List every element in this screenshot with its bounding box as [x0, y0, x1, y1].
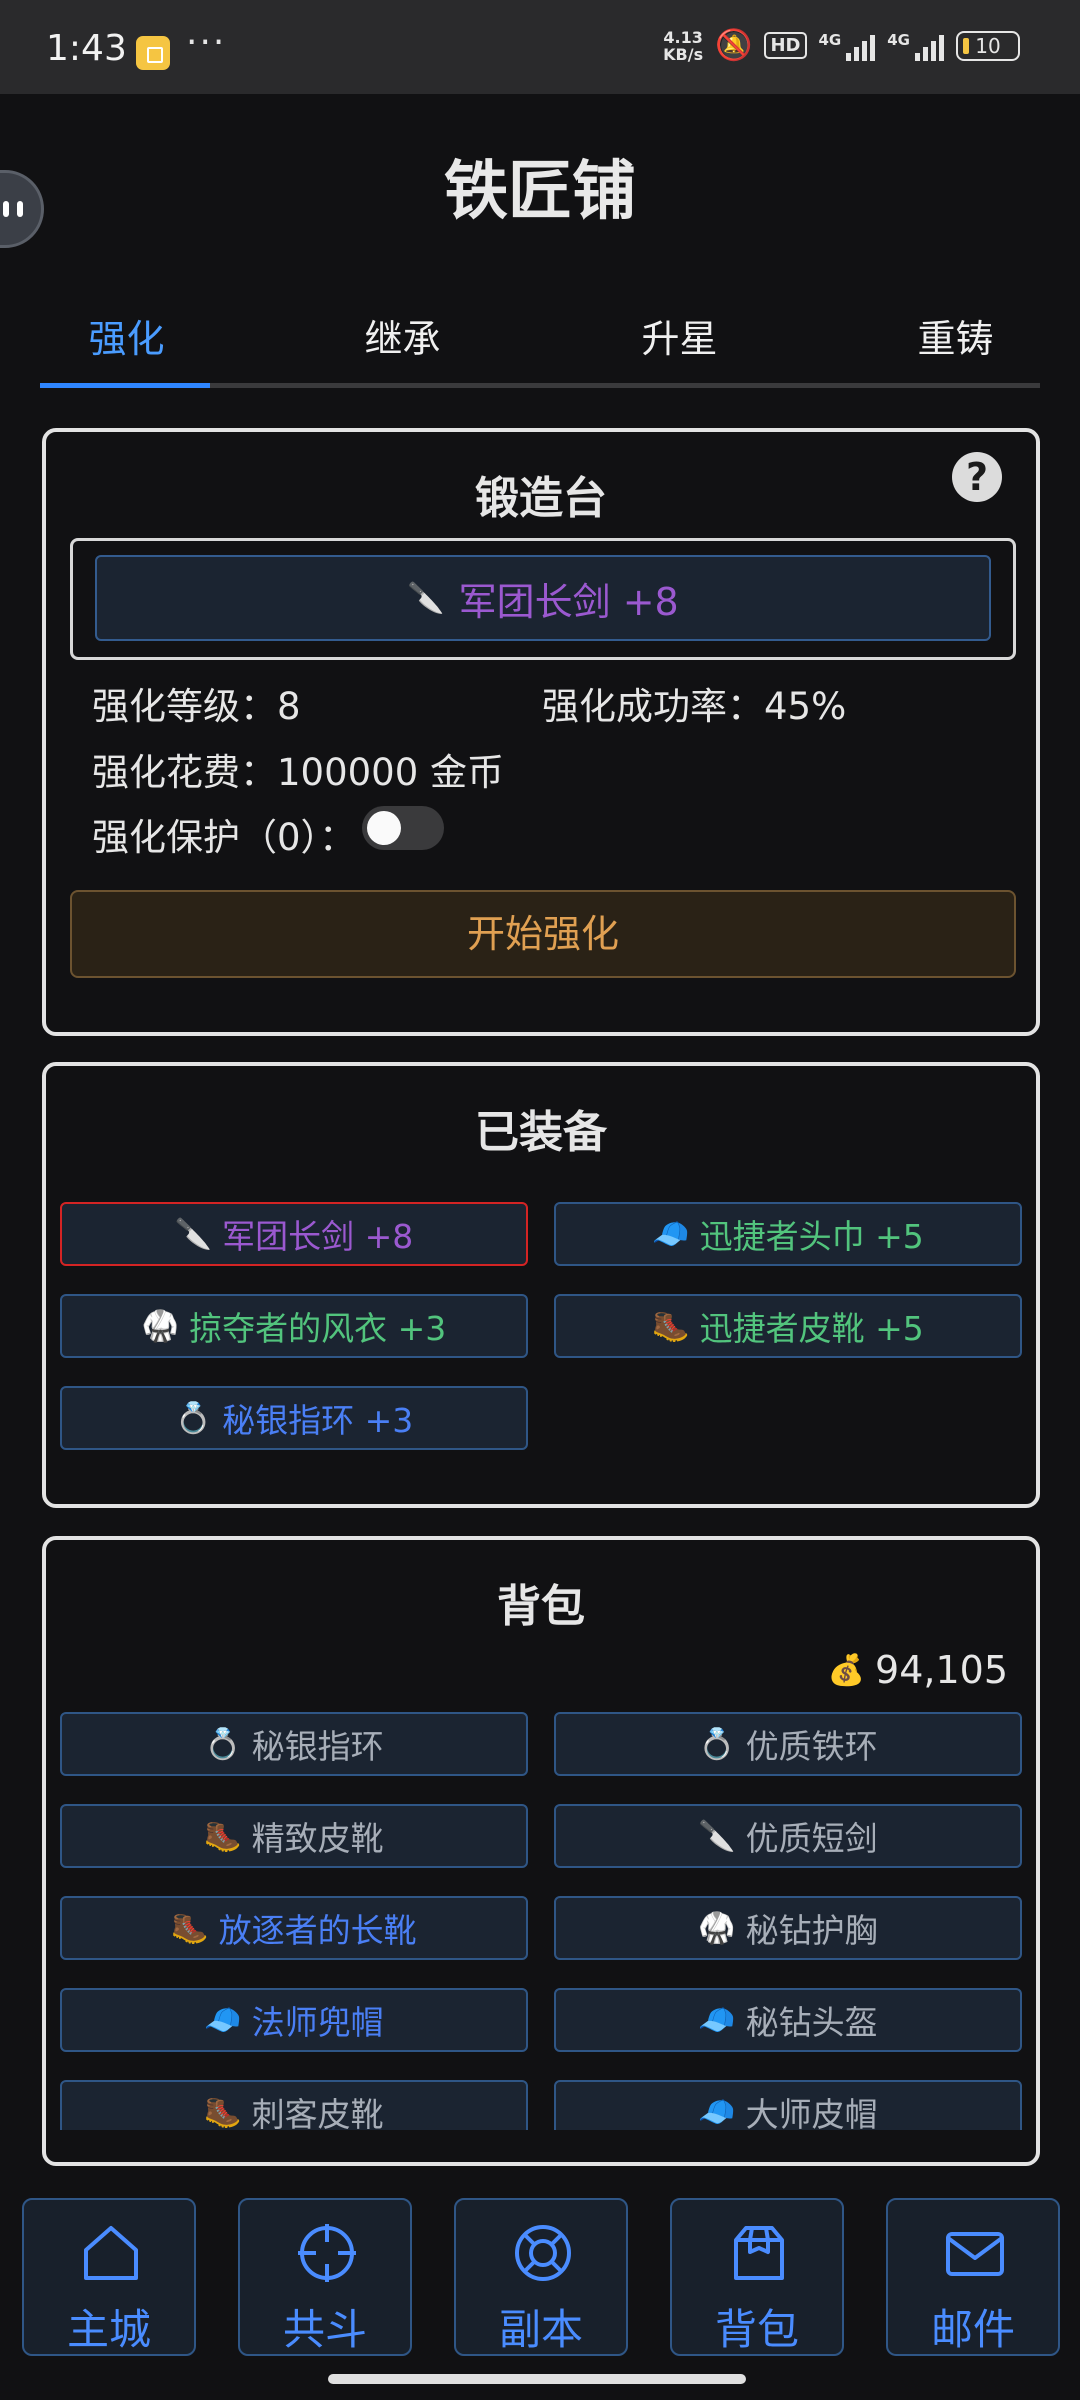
tab-enhance[interactable]: 强化 [44, 308, 209, 363]
hd-voice-icon: HD [764, 32, 807, 59]
tab-star-up[interactable]: 升星 [597, 308, 762, 363]
start-enhance-button[interactable]: 开始强化 [70, 890, 1016, 978]
boot-icon: 🥾 [171, 1910, 209, 1946]
boot-icon: 🥾 [204, 2094, 242, 2130]
home-indicator[interactable] [328, 2374, 746, 2384]
crosshair-icon [298, 2224, 356, 2282]
status-indicators: 4.13 KB/s 🔕 HD 4G 4G 10 [663, 28, 1020, 63]
bag-item[interactable]: 💍 秘银指环 [60, 1712, 528, 1776]
equipped-item-boots[interactable]: 🥾 迅捷者皮靴 +5 [554, 1294, 1022, 1358]
help-button[interactable]: ? [952, 452, 1002, 502]
nav-mail[interactable]: 邮件 [886, 2198, 1060, 2356]
nav-dungeon[interactable]: 副本 [454, 2198, 628, 2356]
page-title: 铁匠铺 [444, 155, 636, 229]
robe-icon: 🥋 [698, 1910, 736, 1946]
equipped-item-ring[interactable]: 💍 秘银指环 +3 [60, 1386, 528, 1450]
robe-icon: 🥋 [141, 1308, 180, 1344]
mail-icon [946, 2232, 1004, 2276]
money-bag-icon: 💰 [827, 1652, 866, 1688]
tab-inherit[interactable]: 继承 [320, 308, 485, 363]
package-icon [734, 2226, 784, 2280]
ring-icon: 💍 [174, 1400, 213, 1436]
forge-item-name: 军团长剑 +8 [458, 579, 679, 624]
gold-amount: 94,105 [875, 1648, 1008, 1692]
bag-item[interactable]: 🥾 刺客皮靴 [60, 2080, 528, 2130]
home-icon [84, 2226, 138, 2280]
nav-bag[interactable]: 背包 [670, 2198, 844, 2356]
bag-item[interactable]: 🧢 法师兜帽 [60, 1988, 528, 2052]
bag-item[interactable]: 🥋 秘钻护胸 [554, 1896, 1022, 1960]
cap-icon: 🧢 [204, 2002, 242, 2038]
tab-bar: 强化 继承 升星 重铸 [40, 296, 1040, 388]
signal-2-icon: 4G [887, 31, 944, 61]
bag-item[interactable]: 🔪 优质短剑 [554, 1804, 1022, 1868]
forge-panel: 锻造台 ? 🔪 军团长剑 +8 强化等级：8 强化成功率：45% 强化花费：10… [42, 428, 1040, 1036]
bag-item[interactable]: 💍 优质铁环 [554, 1712, 1022, 1776]
app-notification-icon [136, 36, 170, 70]
status-bar: 1:43 ··· 4.13 KB/s 🔕 HD 4G 4G 10 [0, 0, 1080, 94]
forge-selected-item[interactable]: 🔪 军团长剑 +8 [95, 555, 991, 641]
boot-icon: 🥾 [204, 1818, 242, 1854]
enhance-cost: 强化花费：100000 金币 [92, 751, 505, 794]
sword-icon: 🔪 [698, 1818, 736, 1854]
status-time: 1:43 [46, 28, 127, 69]
bag-item[interactable]: 🥾 精致皮靴 [60, 1804, 528, 1868]
nav-main-city[interactable]: 主城 [22, 2198, 196, 2356]
bag-item[interactable]: 🥾 放逐者的长靴 [60, 1896, 528, 1960]
cap-icon: 🧢 [698, 2002, 736, 2038]
bag-item-list[interactable]: 💍 秘银指环 💍 优质铁环 🥾 精致皮靴 🔪 优质短剑 🥾 放逐者的长靴 🥋 秘… [60, 1712, 1030, 2130]
signal-1-icon: 4G [819, 31, 876, 61]
boot-icon: 🥾 [652, 1308, 690, 1344]
more-notifications-icon: ··· [186, 22, 227, 63]
equipped-panel: 已装备 🔪 军团长剑 +8 🧢 迅捷者头巾 +5 🥋 掠夺者的风衣 +3 🥾 迅… [42, 1062, 1040, 1508]
bag-panel: 背包 💰 94,105 💍 秘银指环 💍 优质铁环 🥾 精致皮靴 🔪 优质短剑 … [42, 1536, 1040, 2166]
equipped-item-weapon[interactable]: 🔪 军团长剑 +8 [60, 1202, 528, 1266]
nav-coop[interactable]: 共斗 [238, 2198, 412, 2356]
lifebuoy-icon [515, 2225, 571, 2281]
cap-icon: 🧢 [652, 1216, 690, 1252]
enhance-success-rate: 强化成功率：45% [542, 685, 847, 728]
equipped-item-head[interactable]: 🧢 迅捷者头巾 +5 [554, 1202, 1022, 1266]
bag-title: 背包 [497, 1581, 585, 1632]
mute-bell-icon: 🔕 [715, 28, 753, 63]
battery-icon: 10 [956, 30, 1020, 61]
ring-icon: 💍 [204, 1726, 242, 1762]
bag-item[interactable]: 🧢 秘钻头盔 [554, 1988, 1022, 2052]
sword-icon: 🔪 [174, 1216, 213, 1252]
network-speed: 4.13 KB/s [663, 27, 704, 64]
enhance-protect-toggle[interactable] [362, 806, 444, 850]
forge-title: 锻造台 [475, 473, 607, 524]
sword-icon: 🔪 [407, 580, 445, 616]
forge-slot: 🔪 军团长剑 +8 [70, 538, 1016, 660]
enhance-level: 强化等级：8 [92, 685, 301, 728]
equipped-title: 已装备 [475, 1107, 607, 1158]
bag-item[interactable]: 🧢 大师皮帽 [554, 2080, 1022, 2130]
tab-reforge[interactable]: 重铸 [873, 308, 1038, 363]
equipped-item-body[interactable]: 🥋 掠夺者的风衣 +3 [60, 1294, 528, 1358]
enhance-protect-label: 强化保护（0）： [92, 816, 357, 859]
ring-icon: 💍 [698, 1726, 736, 1762]
tab-active-indicator [40, 383, 210, 388]
cap-icon: 🧢 [698, 2094, 736, 2130]
gold-balance: 💰 94,105 [828, 1648, 1008, 1692]
